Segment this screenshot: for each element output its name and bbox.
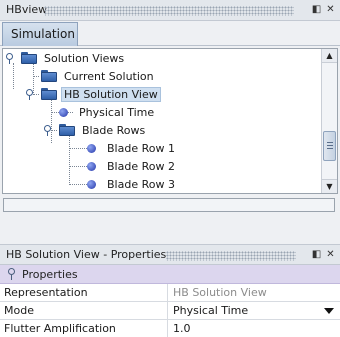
mode-select[interactable]: Physical Time: [169, 302, 340, 320]
scroll-up-icon[interactable]: ▲: [322, 49, 337, 63]
tree-item-label: Physical Time: [79, 105, 155, 119]
tree-item-current-solution[interactable]: Current Solution: [41, 67, 157, 85]
tree-item-blade-row-2[interactable]: Blade Row 2: [87, 157, 178, 175]
property-row-flutter-amplification: Flutter Amplification 1.0: [0, 320, 340, 337]
properties-section-label: Properties: [22, 267, 78, 281]
tree-item-solution-views[interactable]: Solution Views: [21, 49, 127, 67]
property-value: HB Solution View: [173, 286, 267, 299]
drag-grip[interactable]: [166, 251, 296, 261]
tree-item-label: Solution Views: [44, 51, 125, 65]
scroll-thumb[interactable]: [323, 131, 336, 161]
expand-toggle-icon[interactable]: [43, 124, 52, 136]
tree-item-hb-solution-view[interactable]: HB Solution View: [41, 85, 161, 103]
properties-panel-header: HB Solution View - Properties ◧ ✕: [0, 244, 340, 265]
tree-content: Solution Views Current Solution HB Solut…: [3, 49, 321, 193]
panel-title: HBview: [6, 3, 48, 16]
tree-item-label: HB Solution View: [61, 86, 161, 102]
property-name: Flutter Amplification: [0, 320, 168, 337]
close-icon[interactable]: ✕: [325, 3, 336, 17]
tree-item-blade-row-3[interactable]: Blade Row 3: [87, 175, 178, 193]
property-name: Mode: [0, 302, 168, 320]
dot-icon: [87, 161, 96, 171]
tree-connector: [69, 184, 87, 185]
grip-icon: [327, 142, 333, 150]
mode-select-value: Physical Time: [173, 304, 249, 317]
tree-connector: [69, 148, 87, 149]
horizontal-scrollbar[interactable]: [3, 198, 335, 212]
expand-toggle-icon[interactable]: [25, 88, 34, 100]
tree-connector: [13, 63, 14, 89]
hbview-panel-header: HBview ◧ ✕: [0, 0, 340, 21]
collapse-toggle-icon[interactable]: [7, 268, 16, 280]
tree-connector: [33, 76, 39, 77]
folder-icon: [41, 70, 57, 82]
tab-bar: Simulation: [0, 21, 340, 46]
tree-item-label: Blade Rows: [82, 123, 146, 137]
expand-toggle-icon[interactable]: [5, 52, 14, 64]
tree-item-label: Current Solution: [64, 69, 154, 83]
dot-icon: [59, 107, 68, 117]
folder-icon: [21, 52, 37, 64]
flutter-amplification-field[interactable]: 1.0: [169, 320, 340, 337]
tree-connector: [69, 135, 70, 185]
tree-item-blade-rows[interactable]: Blade Rows: [59, 121, 148, 139]
tree-item-label: Blade Row 1: [107, 141, 175, 155]
dot-icon: [87, 143, 96, 153]
property-row-mode: Mode Physical Time: [0, 302, 340, 320]
drag-grip[interactable]: [44, 6, 294, 16]
chevron-down-icon[interactable]: [324, 308, 334, 314]
folder-icon: [59, 124, 75, 136]
property-row-representation: Representation HB Solution View: [0, 284, 340, 302]
scroll-down-icon[interactable]: ▼: [322, 179, 337, 193]
tree-view[interactable]: Solution Views Current Solution HB Solut…: [2, 48, 338, 194]
vertical-scrollbar[interactable]: ▲ ▼: [321, 49, 337, 193]
tree-item-physical-time[interactable]: Physical Time: [59, 103, 157, 121]
tab-simulation-label: Simulation: [11, 27, 75, 41]
restore-icon[interactable]: ◧: [311, 3, 322, 17]
folder-icon: [41, 88, 57, 100]
tree-item-label: Blade Row 2: [107, 159, 175, 173]
property-name: Representation: [0, 284, 168, 302]
properties-table: Representation HB Solution View Mode Phy…: [0, 284, 340, 337]
dot-icon: [87, 179, 96, 189]
tree-connector: [69, 166, 87, 167]
tree-item-label: Blade Row 3: [107, 177, 175, 191]
restore-icon[interactable]: ◧: [311, 248, 322, 262]
close-icon[interactable]: ✕: [325, 248, 336, 262]
tab-simulation[interactable]: Simulation: [2, 22, 78, 46]
tree-item-blade-row-1[interactable]: Blade Row 1: [87, 139, 178, 157]
tree-connector: [51, 99, 52, 143]
properties-section-header[interactable]: Properties: [0, 265, 340, 284]
properties-panel-title: HB Solution View - Properties: [6, 248, 167, 261]
